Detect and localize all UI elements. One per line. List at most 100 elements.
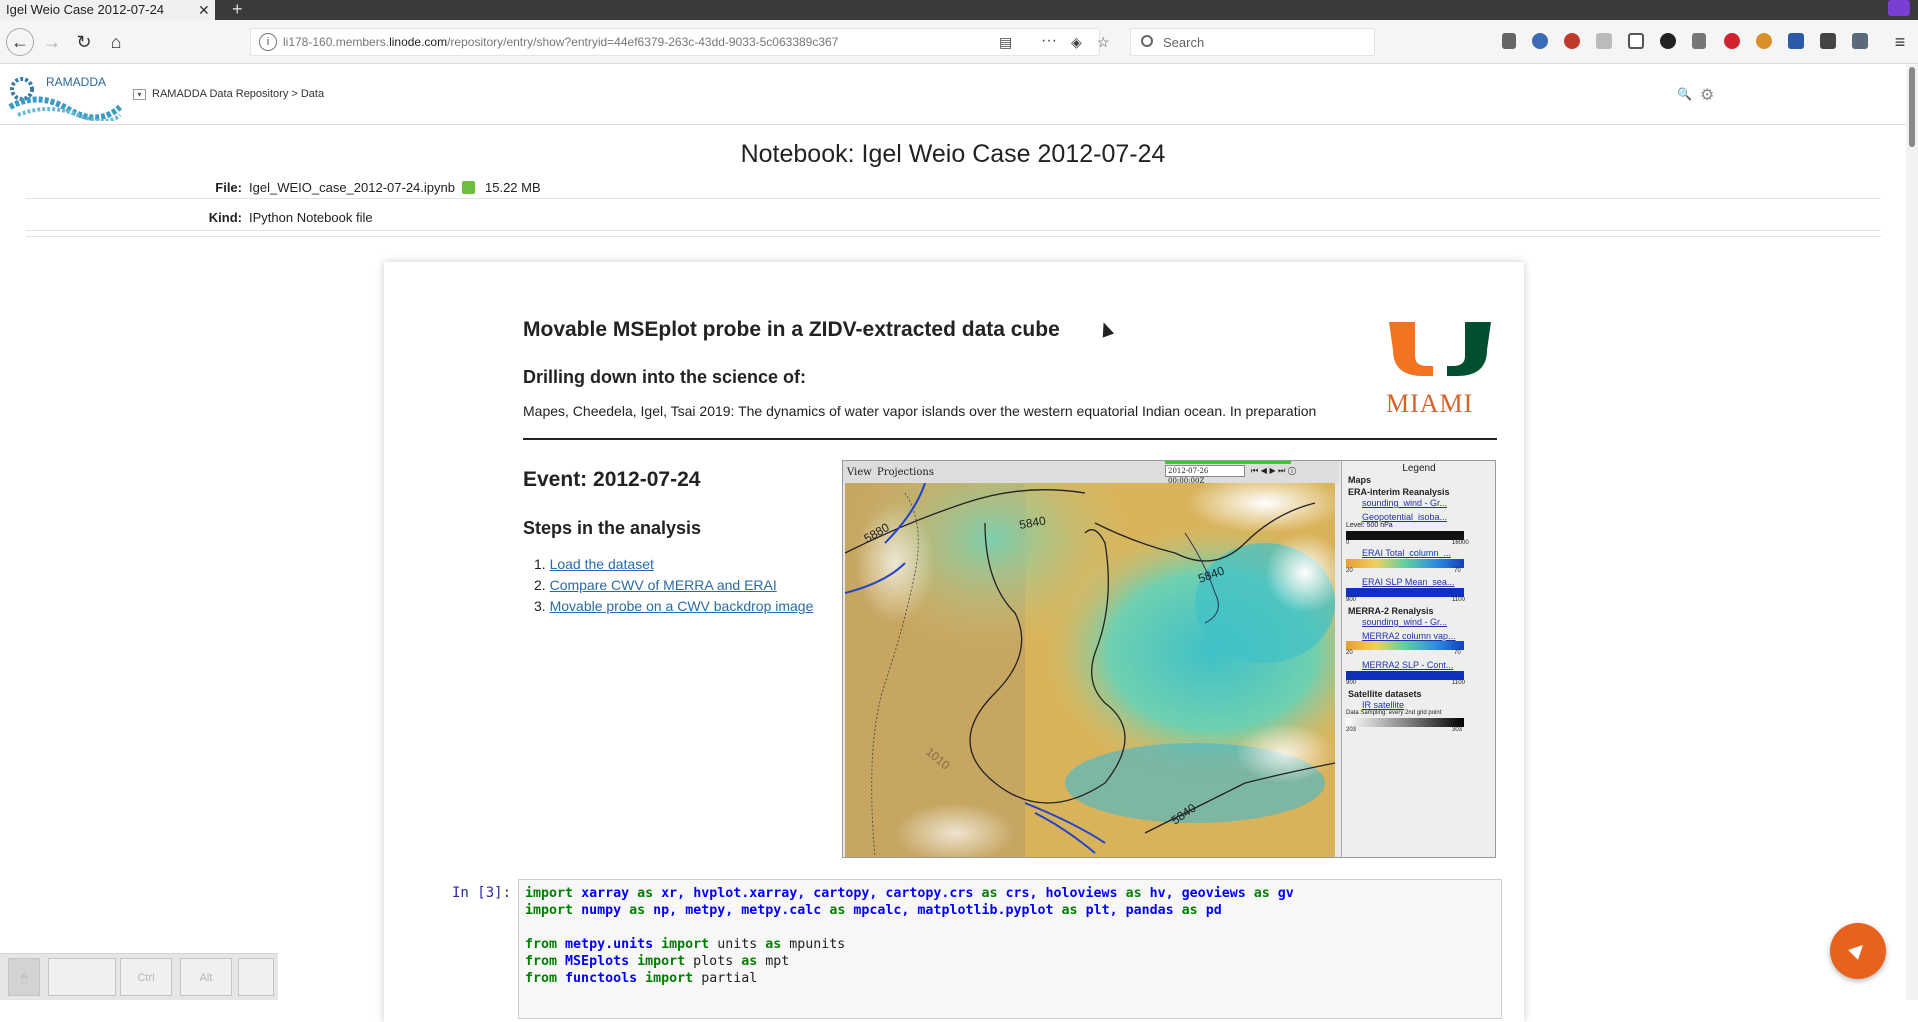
idv-time-progress [1165, 461, 1291, 464]
code-line: import numpy as np, metpy, metpy.calc as… [525, 903, 1222, 918]
extension-screen-icon[interactable] [1852, 33, 1868, 49]
page-actions-icon[interactable]: ··· [1041, 32, 1057, 50]
divider [26, 230, 1881, 231]
legend-min: 20 [1346, 568, 1353, 574]
search-bar[interactable]: Search [1130, 28, 1375, 56]
file-name: Igel_WEIO_case_2012-07-24.ipynb [249, 180, 455, 195]
legend-min: 900 [1346, 597, 1357, 603]
ramadda-header: RAMADDA ▾ RAMADDA Data Repository > Data… [0, 65, 1906, 125]
legend-item: ERAI SLP Mean_sea... [1362, 577, 1455, 587]
code-line: from metpy.units import units as mpunits [525, 937, 846, 952]
navigation-bar: ← → ↻ ⌂ i li178-160.members.linode.com/r… [0, 20, 1918, 64]
key-alt[interactable]: Alt [180, 958, 232, 996]
back-icon[interactable]: ← [6, 28, 34, 56]
mouse-icon[interactable]: 🖱 [8, 958, 40, 996]
breadcrumb[interactable]: RAMADDA Data Repository > Data [152, 88, 324, 100]
gear-icon[interactable]: ⚙ [1700, 85, 1714, 105]
legend-max: 70 [1454, 568, 1461, 574]
legend-colorbar [1346, 588, 1464, 597]
code-line: import xarray as xr, hvplot.xarray, cart… [525, 886, 1294, 901]
key-blank[interactable] [238, 958, 274, 996]
event-heading: Event: 2012-07-24 [523, 468, 701, 491]
step-link-compare-cwv[interactable]: Compare CWV of MERRA and ERAI [550, 577, 777, 593]
search-icon [1141, 35, 1153, 47]
divider [26, 236, 1881, 237]
tab-title: Igel Weio Case 2012-07-24 [6, 2, 165, 17]
legend-group: ERA-interim Reanalysis [1348, 487, 1450, 497]
forward-icon[interactable]: → [40, 30, 64, 54]
university-miami-u-logo [1389, 322, 1491, 376]
scrollbar-thumb[interactable] [1909, 67, 1915, 147]
step-link-movable-probe[interactable]: Movable probe on a CWV backdrop image [550, 598, 814, 614]
key-ctrl[interactable]: Ctrl [120, 958, 172, 996]
legend-item: IR satellite [1362, 700, 1405, 710]
header-search-icon[interactable]: 🔍 [1677, 87, 1692, 101]
download-icon[interactable] [462, 181, 475, 194]
horizontal-rule [523, 438, 1497, 440]
menu-icon[interactable]: ≡ [1888, 30, 1912, 54]
shield-icon[interactable] [1596, 33, 1612, 49]
bookmark-star-icon[interactable]: ☆ [1097, 34, 1110, 51]
extension-orange-icon[interactable] [1756, 33, 1772, 49]
url-text[interactable]: li178-160.members.linode.com/repository/… [283, 35, 838, 49]
legend-max: 1100 [1452, 597, 1465, 603]
extension-red-icon[interactable] [1724, 33, 1740, 49]
reload-icon[interactable]: ↻ [72, 30, 96, 54]
url-bar[interactable]: i li178-160.members.linode.com/repositor… [250, 28, 1110, 56]
extension-grey-icon[interactable] [1820, 33, 1836, 49]
sidebar-icon[interactable] [1628, 33, 1644, 49]
extension-mask-icon[interactable] [1888, 0, 1910, 16]
idv-legend-panel: Legend Maps ERA-interim Reanalysis sound… [1341, 461, 1495, 857]
floating-action-button[interactable] [1830, 923, 1886, 979]
home-icon[interactable]: ⌂ [104, 30, 128, 54]
miami-wordmark: MIAMI [1386, 389, 1474, 418]
extension-v-icon[interactable] [1692, 33, 1706, 49]
legend-max: 1100 [1452, 680, 1465, 686]
scrollbar[interactable] [1906, 65, 1918, 1000]
reader-view-icon[interactable]: ▤ [999, 34, 1012, 51]
pocket-icon[interactable]: ◈ [1071, 34, 1082, 51]
step-item: 3. Movable probe on a CWV backdrop image [534, 598, 814, 614]
file-size: 15.22 MB [485, 180, 541, 195]
legend-colorbar [1346, 559, 1464, 568]
notebook-subheading: Drilling down into the science of: [523, 367, 807, 387]
breadcrumb-toggle-icon[interactable]: ▾ [133, 89, 146, 100]
legend-item: ERAI Total_column_... [1362, 548, 1451, 558]
extension-dark-icon[interactable] [1660, 33, 1676, 49]
notebook-heading: Movable MSEplot probe in a ZIDV-extracte… [523, 318, 1060, 341]
legend-note: Level: 500 hPa [1346, 522, 1393, 529]
adblock-icon[interactable] [1564, 33, 1580, 49]
code-line: from functools import partial [525, 971, 758, 986]
idv-map-canvas: 5880 5840 5840 5840 1010 [845, 483, 1335, 857]
library-icon[interactable] [1502, 33, 1516, 49]
idv-display-image: View Projections 2012-07-26 00:00:00Z ⏮ … [842, 460, 1496, 858]
legend-colorbar [1346, 641, 1464, 650]
legend-item: Geopotential_isoba... [1362, 512, 1448, 522]
extension-blue-icon[interactable] [1788, 33, 1804, 49]
legend-min: 203 [1346, 727, 1357, 733]
legend-colorbar [1346, 718, 1464, 727]
site-info-icon[interactable]: i [259, 33, 277, 51]
new-tab-icon[interactable]: + [232, 0, 243, 18]
browser-tab[interactable]: Igel Weio Case 2012-07-24 ✕ [0, 0, 215, 20]
extension-globe-icon[interactable] [1532, 33, 1548, 49]
navigate-arrow-icon [1848, 940, 1868, 960]
idv-menu-view: View [847, 467, 872, 478]
idv-timestamp: 2012-07-26 00:00:00Z [1165, 465, 1245, 485]
step-link-load-dataset[interactable]: Load the dataset [550, 556, 654, 572]
code-cell[interactable]: import xarray as xr, hvplot.xarray, cart… [518, 879, 1502, 1019]
legend-item: MERRA2 SLP - Cont... [1362, 660, 1454, 670]
search-placeholder: Search [1163, 35, 1205, 50]
idv-menubar: View Projections 2012-07-26 00:00:00Z ⏮ … [843, 461, 1339, 485]
citation: Mapes, Cheedela, Igel, Tsai 2019: The dy… [523, 403, 1317, 419]
legend-note: Data Sampling: every 2nd grid point [1346, 710, 1442, 716]
file-label: File: [215, 180, 242, 195]
logo-text: RAMADDA [46, 75, 107, 89]
legend-item: sounding_wind - Gr... [1362, 498, 1448, 508]
key-blank[interactable] [48, 958, 116, 996]
idv-animation-controls-icon: ⏮ ◀ ▶ ⏭ ⓘ [1251, 466, 1297, 475]
close-tab-icon[interactable]: ✕ [198, 0, 210, 20]
step-item: 2. Compare CWV of MERRA and ERAI [534, 577, 777, 593]
kind-label: Kind: [208, 210, 242, 225]
